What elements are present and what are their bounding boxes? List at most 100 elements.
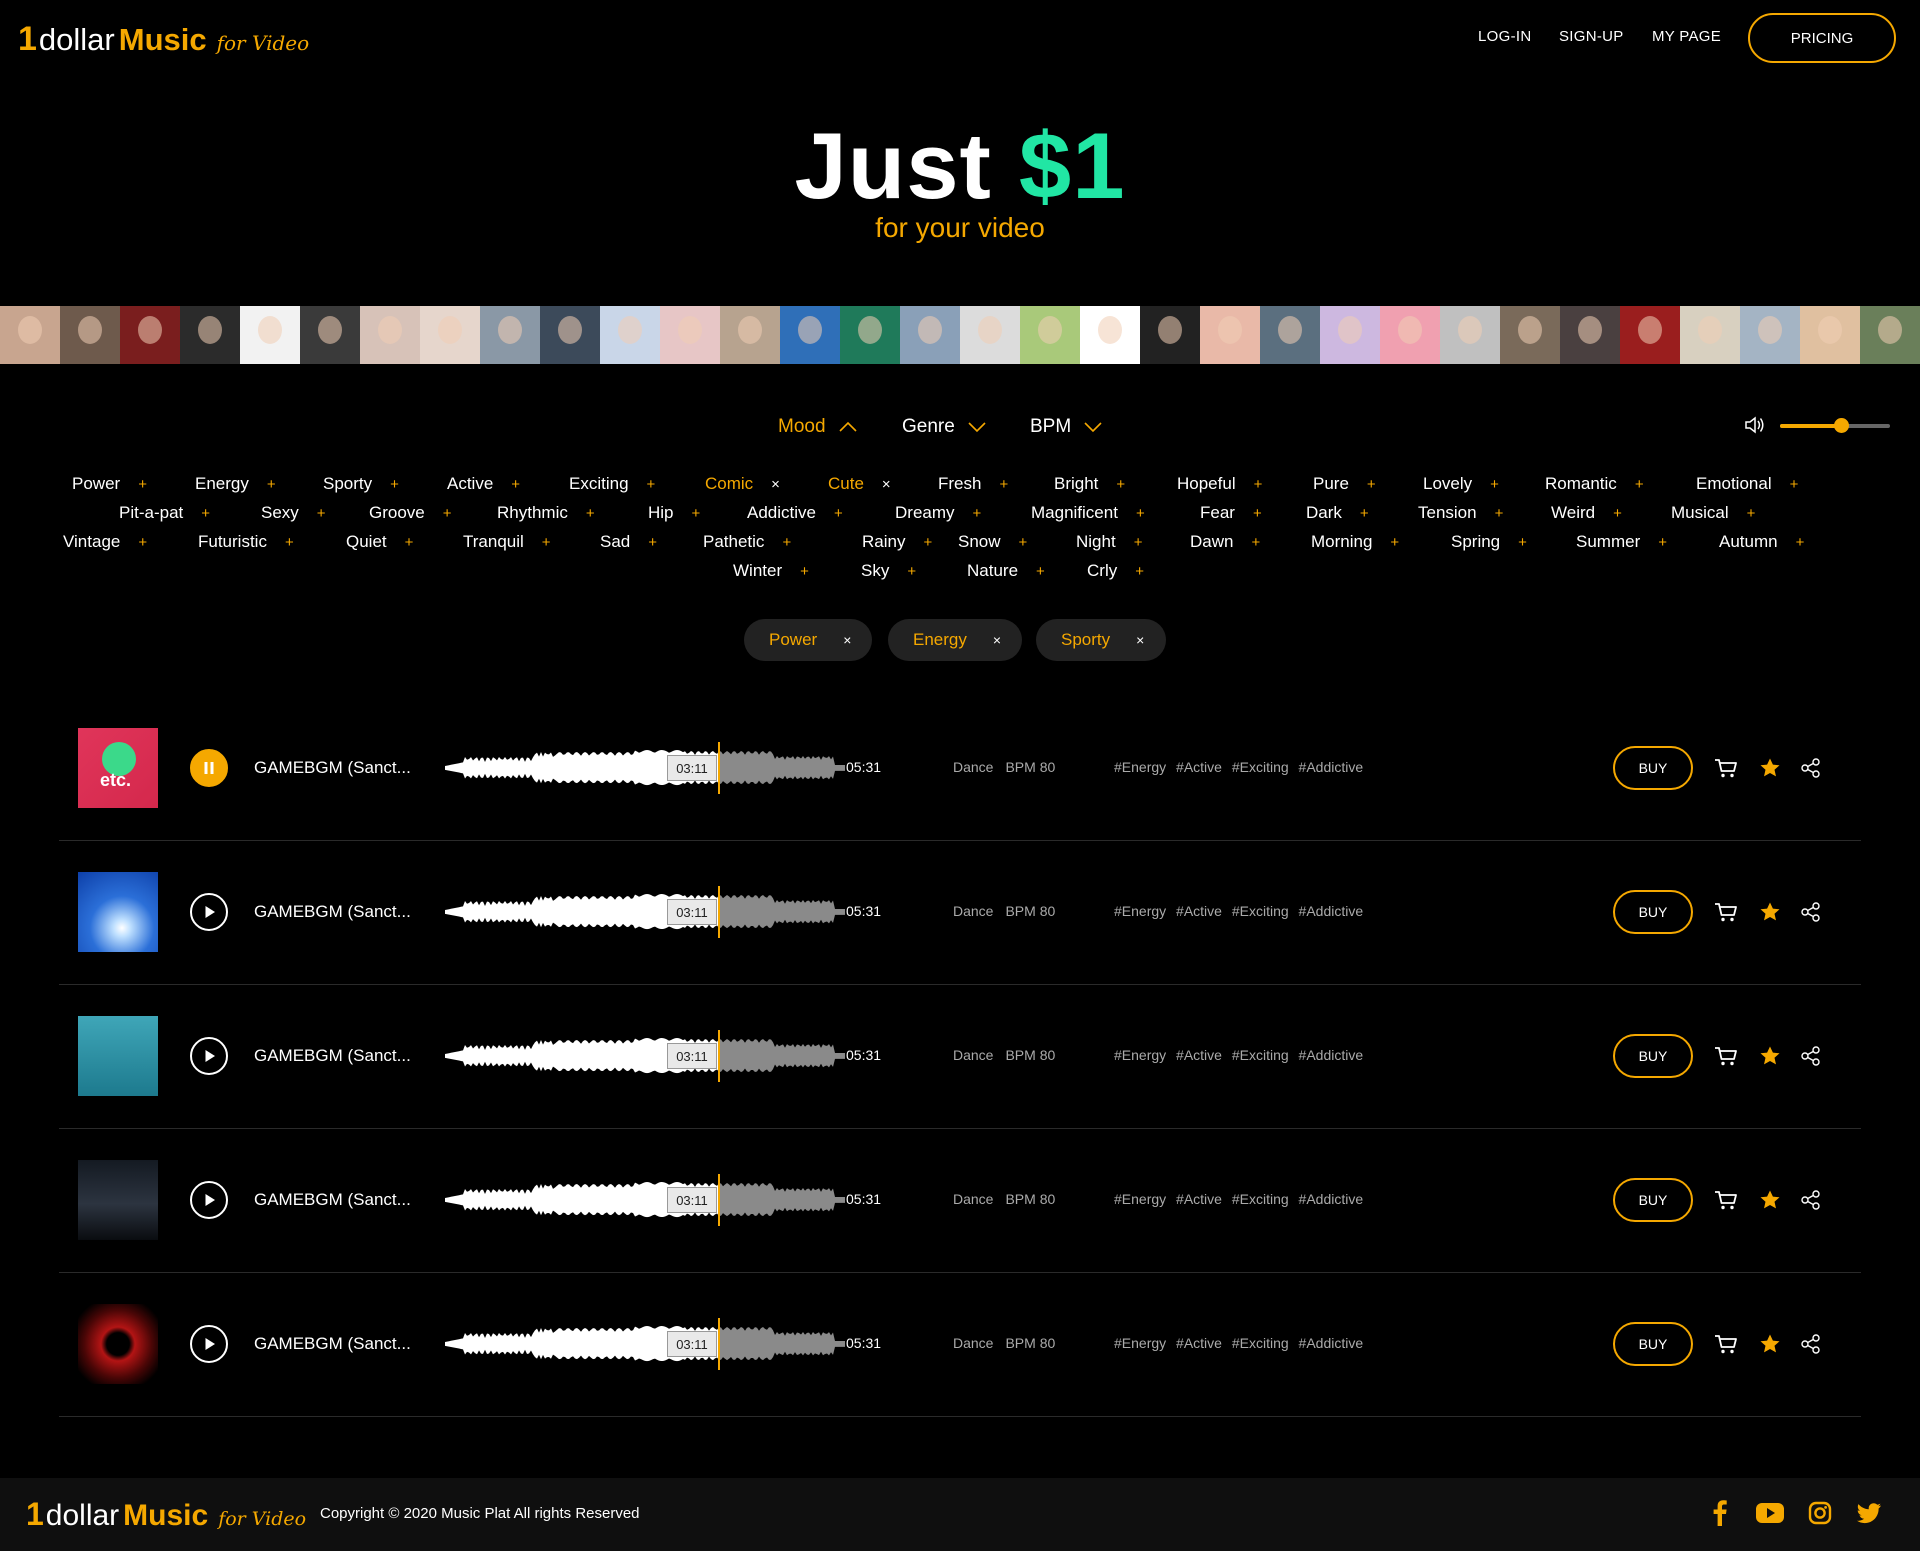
mood-tag-dawn[interactable]: Dawn + [1190, 532, 1260, 552]
selected-chip-energy[interactable]: Energy × [888, 619, 1022, 661]
favorite-star-icon[interactable] [1759, 901, 1781, 923]
favorite-star-icon[interactable] [1759, 1045, 1781, 1067]
brand-logo[interactable]: 1 dollar Music for Video [18, 20, 309, 59]
buy-button[interactable]: BUY [1613, 1322, 1693, 1366]
mood-tag-romantic[interactable]: Romantic + [1545, 474, 1644, 494]
track-title[interactable]: GAMEBGM (Sanct... [254, 902, 411, 922]
close-icon[interactable]: × [1136, 632, 1144, 648]
mood-tag-energy[interactable]: Energy + [195, 474, 276, 494]
mood-tag-comic[interactable]: Comic × [705, 474, 780, 494]
mood-tag-emotional[interactable]: Emotional + [1696, 474, 1798, 494]
mood-tag-summer[interactable]: Summer + [1576, 532, 1667, 552]
play-button[interactable] [190, 1325, 228, 1363]
volume-icon[interactable] [1744, 415, 1766, 435]
mood-tag-exciting[interactable]: Exciting + [569, 474, 655, 494]
mood-tag-sexy[interactable]: Sexy + [261, 503, 326, 523]
track-title[interactable]: GAMEBGM (Sanct... [254, 1334, 411, 1354]
mood-tag-snow[interactable]: Snow + [958, 532, 1027, 552]
nav-mypage[interactable]: MY PAGE [1652, 28, 1721, 45]
share-icon[interactable] [1800, 1045, 1822, 1067]
mood-tag-bright[interactable]: Bright + [1054, 474, 1125, 494]
mood-tag-pathetic[interactable]: Pathetic + [703, 532, 791, 552]
mood-tag-dreamy[interactable]: Dreamy + [895, 503, 981, 523]
mood-tag-sporty[interactable]: Sporty + [323, 474, 399, 494]
mood-tag-power[interactable]: Power + [72, 474, 147, 494]
close-icon[interactable]: × [993, 632, 1001, 648]
mood-tag-rainy[interactable]: Rainy + [862, 532, 932, 552]
mood-tag-cute[interactable]: Cute × [828, 474, 891, 494]
share-icon[interactable] [1800, 1333, 1822, 1355]
tab-genre[interactable]: Genre [902, 416, 987, 438]
buy-button[interactable]: BUY [1613, 890, 1693, 934]
mood-tag-magnificent[interactable]: Magnificent + [1031, 503, 1145, 523]
cart-icon[interactable] [1714, 1333, 1738, 1355]
cart-icon[interactable] [1714, 1189, 1738, 1211]
waveform-seekbar[interactable] [445, 1174, 845, 1226]
mood-tag-pure[interactable]: Pure + [1313, 474, 1376, 494]
share-icon[interactable] [1800, 1189, 1822, 1211]
mood-tag-morning[interactable]: Morning + [1311, 532, 1399, 552]
waveform-seekbar[interactable] [445, 742, 845, 794]
tab-bpm[interactable]: BPM [1030, 416, 1103, 438]
mood-tag-rhythmic[interactable]: Rhythmic + [497, 503, 595, 523]
buy-button[interactable]: BUY [1613, 1034, 1693, 1078]
selected-chip-sporty[interactable]: Sporty × [1036, 619, 1166, 661]
footer-logo[interactable]: 1 dollar Music for Video [26, 1496, 306, 1533]
mood-tag-weird[interactable]: Weird + [1551, 503, 1622, 523]
nav-signup[interactable]: SIGN-UP [1559, 28, 1624, 45]
cart-icon[interactable] [1714, 1045, 1738, 1067]
selected-chip-power[interactable]: Power × [744, 619, 872, 661]
cart-icon[interactable] [1714, 901, 1738, 923]
track-title[interactable]: GAMEBGM (Sanct... [254, 1046, 411, 1066]
mood-tag-active[interactable]: Active + [447, 474, 520, 494]
mood-tag-quiet[interactable]: Quiet + [346, 532, 413, 552]
share-icon[interactable] [1800, 757, 1822, 779]
mood-tag-addictive[interactable]: Addictive + [747, 503, 843, 523]
mood-tag-tranquil[interactable]: Tranquil + [463, 532, 551, 552]
buy-button[interactable]: BUY [1613, 1178, 1693, 1222]
track-title[interactable]: GAMEBGM (Sanct... [254, 1190, 411, 1210]
mood-tag-nature[interactable]: Nature + [967, 561, 1045, 581]
mood-tag-tension[interactable]: Tension + [1418, 503, 1503, 523]
play-button[interactable] [190, 1037, 228, 1075]
mood-tag-fresh[interactable]: Fresh + [938, 474, 1008, 494]
favorite-star-icon[interactable] [1759, 757, 1781, 779]
waveform-seekbar[interactable] [445, 1030, 845, 1082]
mood-tag-pit-a-pat[interactable]: Pit-a-pat + [119, 503, 210, 523]
nav-login[interactable]: LOG-IN [1478, 28, 1531, 45]
mood-tag-spring[interactable]: Spring + [1451, 532, 1527, 552]
mood-tag-autumn[interactable]: Autumn + [1719, 532, 1804, 552]
play-button[interactable] [190, 893, 228, 931]
waveform-seekbar[interactable] [445, 886, 845, 938]
facebook-icon[interactable] [1713, 1500, 1727, 1526]
mood-tag-sad[interactable]: Sad + [600, 532, 657, 552]
cart-icon[interactable] [1714, 757, 1738, 779]
mood-tag-dark[interactable]: Dark + [1306, 503, 1369, 523]
mood-tag-night[interactable]: Night + [1076, 532, 1142, 552]
mood-tag-crly[interactable]: Crly + [1087, 561, 1144, 581]
mood-tag-winter[interactable]: Winter + [733, 561, 809, 581]
pause-button[interactable] [190, 749, 228, 787]
mood-tag-lovely[interactable]: Lovely + [1423, 474, 1499, 494]
favorite-star-icon[interactable] [1759, 1189, 1781, 1211]
mood-tag-hopeful[interactable]: Hopeful + [1177, 474, 1262, 494]
share-icon[interactable] [1800, 901, 1822, 923]
waveform-seekbar[interactable] [445, 1318, 845, 1370]
close-icon[interactable]: × [843, 632, 851, 648]
mood-tag-groove[interactable]: Groove + [369, 503, 452, 523]
youtube-icon[interactable] [1755, 1500, 1785, 1526]
mood-tag-futuristic[interactable]: Futuristic + [198, 532, 294, 552]
mood-tag-musical[interactable]: Musical + [1671, 503, 1755, 523]
pricing-button[interactable]: PRICING [1748, 13, 1896, 63]
instagram-icon[interactable] [1808, 1500, 1832, 1526]
tab-mood[interactable]: Mood [778, 416, 858, 438]
twitter-icon[interactable] [1856, 1500, 1882, 1526]
mood-tag-fear[interactable]: Fear + [1200, 503, 1262, 523]
mood-tag-sky[interactable]: Sky + [861, 561, 916, 581]
volume-slider-handle[interactable] [1834, 418, 1849, 433]
mood-tag-vintage[interactable]: Vintage + [63, 532, 147, 552]
mood-tag-hip[interactable]: Hip + [648, 503, 700, 523]
track-title[interactable]: GAMEBGM (Sanct... [254, 758, 411, 778]
buy-button[interactable]: BUY [1613, 746, 1693, 790]
favorite-star-icon[interactable] [1759, 1333, 1781, 1355]
